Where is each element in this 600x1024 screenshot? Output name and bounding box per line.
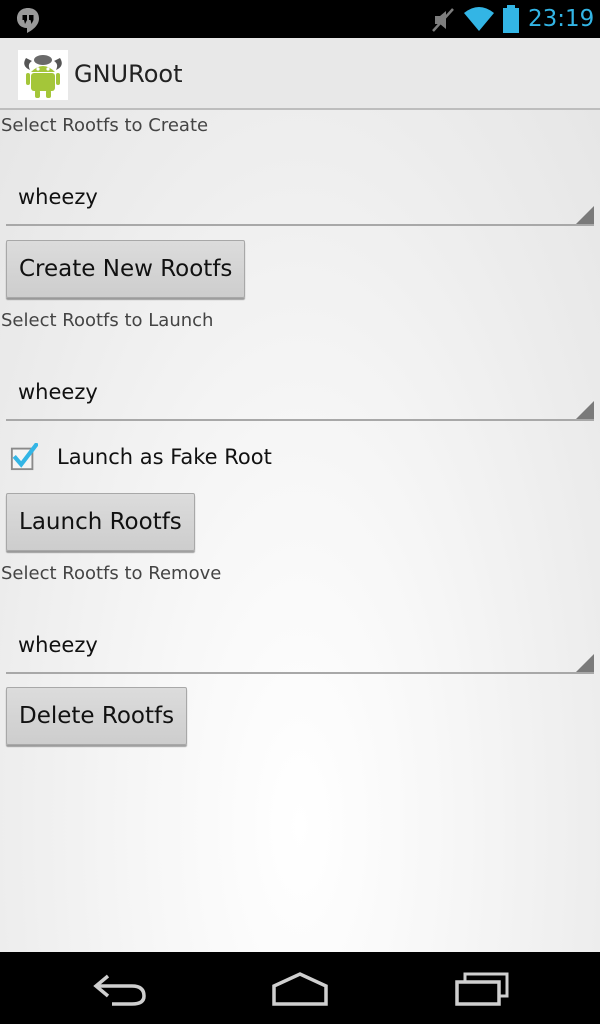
dropdown-corner-icon (576, 206, 594, 224)
hangouts-icon (17, 8, 39, 33)
remove-rootfs-label: Select Rootfs to Remove (1, 563, 222, 584)
action-bar: GNURoot (0, 38, 600, 110)
create-rootfs-selected: wheezy (18, 185, 98, 209)
spinner-underline (6, 419, 594, 421)
dropdown-corner-icon (576, 401, 594, 419)
launch-rootfs-button[interactable]: Launch Rootfs (6, 493, 195, 551)
home-icon[interactable] (268, 966, 332, 1010)
back-icon[interactable] (88, 966, 152, 1010)
dropdown-corner-icon (576, 654, 594, 672)
launch-rootfs-label: Select Rootfs to Launch (1, 310, 214, 331)
create-rootfs-label: Select Rootfs to Create (1, 115, 209, 136)
spinner-underline (6, 224, 594, 226)
app-title: GNURoot (74, 60, 183, 88)
create-rootfs-spinner[interactable]: wheezy (6, 164, 594, 226)
fake-root-checkbox-row[interactable]: Launch as Fake Root (10, 443, 310, 477)
spinner-underline (6, 672, 594, 674)
navigation-bar (0, 952, 600, 1024)
wifi-icon (464, 7, 494, 31)
gnuroot-app-icon[interactable] (18, 50, 68, 100)
fake-root-label: Launch as Fake Root (57, 445, 272, 469)
main-content: Select Rootfs to Create wheezy Create Ne… (0, 110, 600, 952)
mute-icon (432, 8, 454, 32)
recent-apps-icon[interactable] (448, 966, 512, 1010)
launch-rootfs-selected: wheezy (18, 380, 98, 404)
fake-root-checkbox[interactable] (10, 443, 38, 471)
launch-rootfs-spinner[interactable]: wheezy (6, 359, 594, 421)
remove-rootfs-selected: wheezy (18, 633, 98, 657)
status-clock: 23:19 (528, 6, 595, 32)
remove-rootfs-spinner[interactable]: wheezy (6, 612, 594, 674)
battery-icon (503, 5, 519, 33)
create-rootfs-button[interactable]: Create New Rootfs (6, 240, 246, 298)
delete-rootfs-button[interactable]: Delete Rootfs (6, 687, 188, 745)
status-bar: 23:19 (0, 0, 600, 38)
